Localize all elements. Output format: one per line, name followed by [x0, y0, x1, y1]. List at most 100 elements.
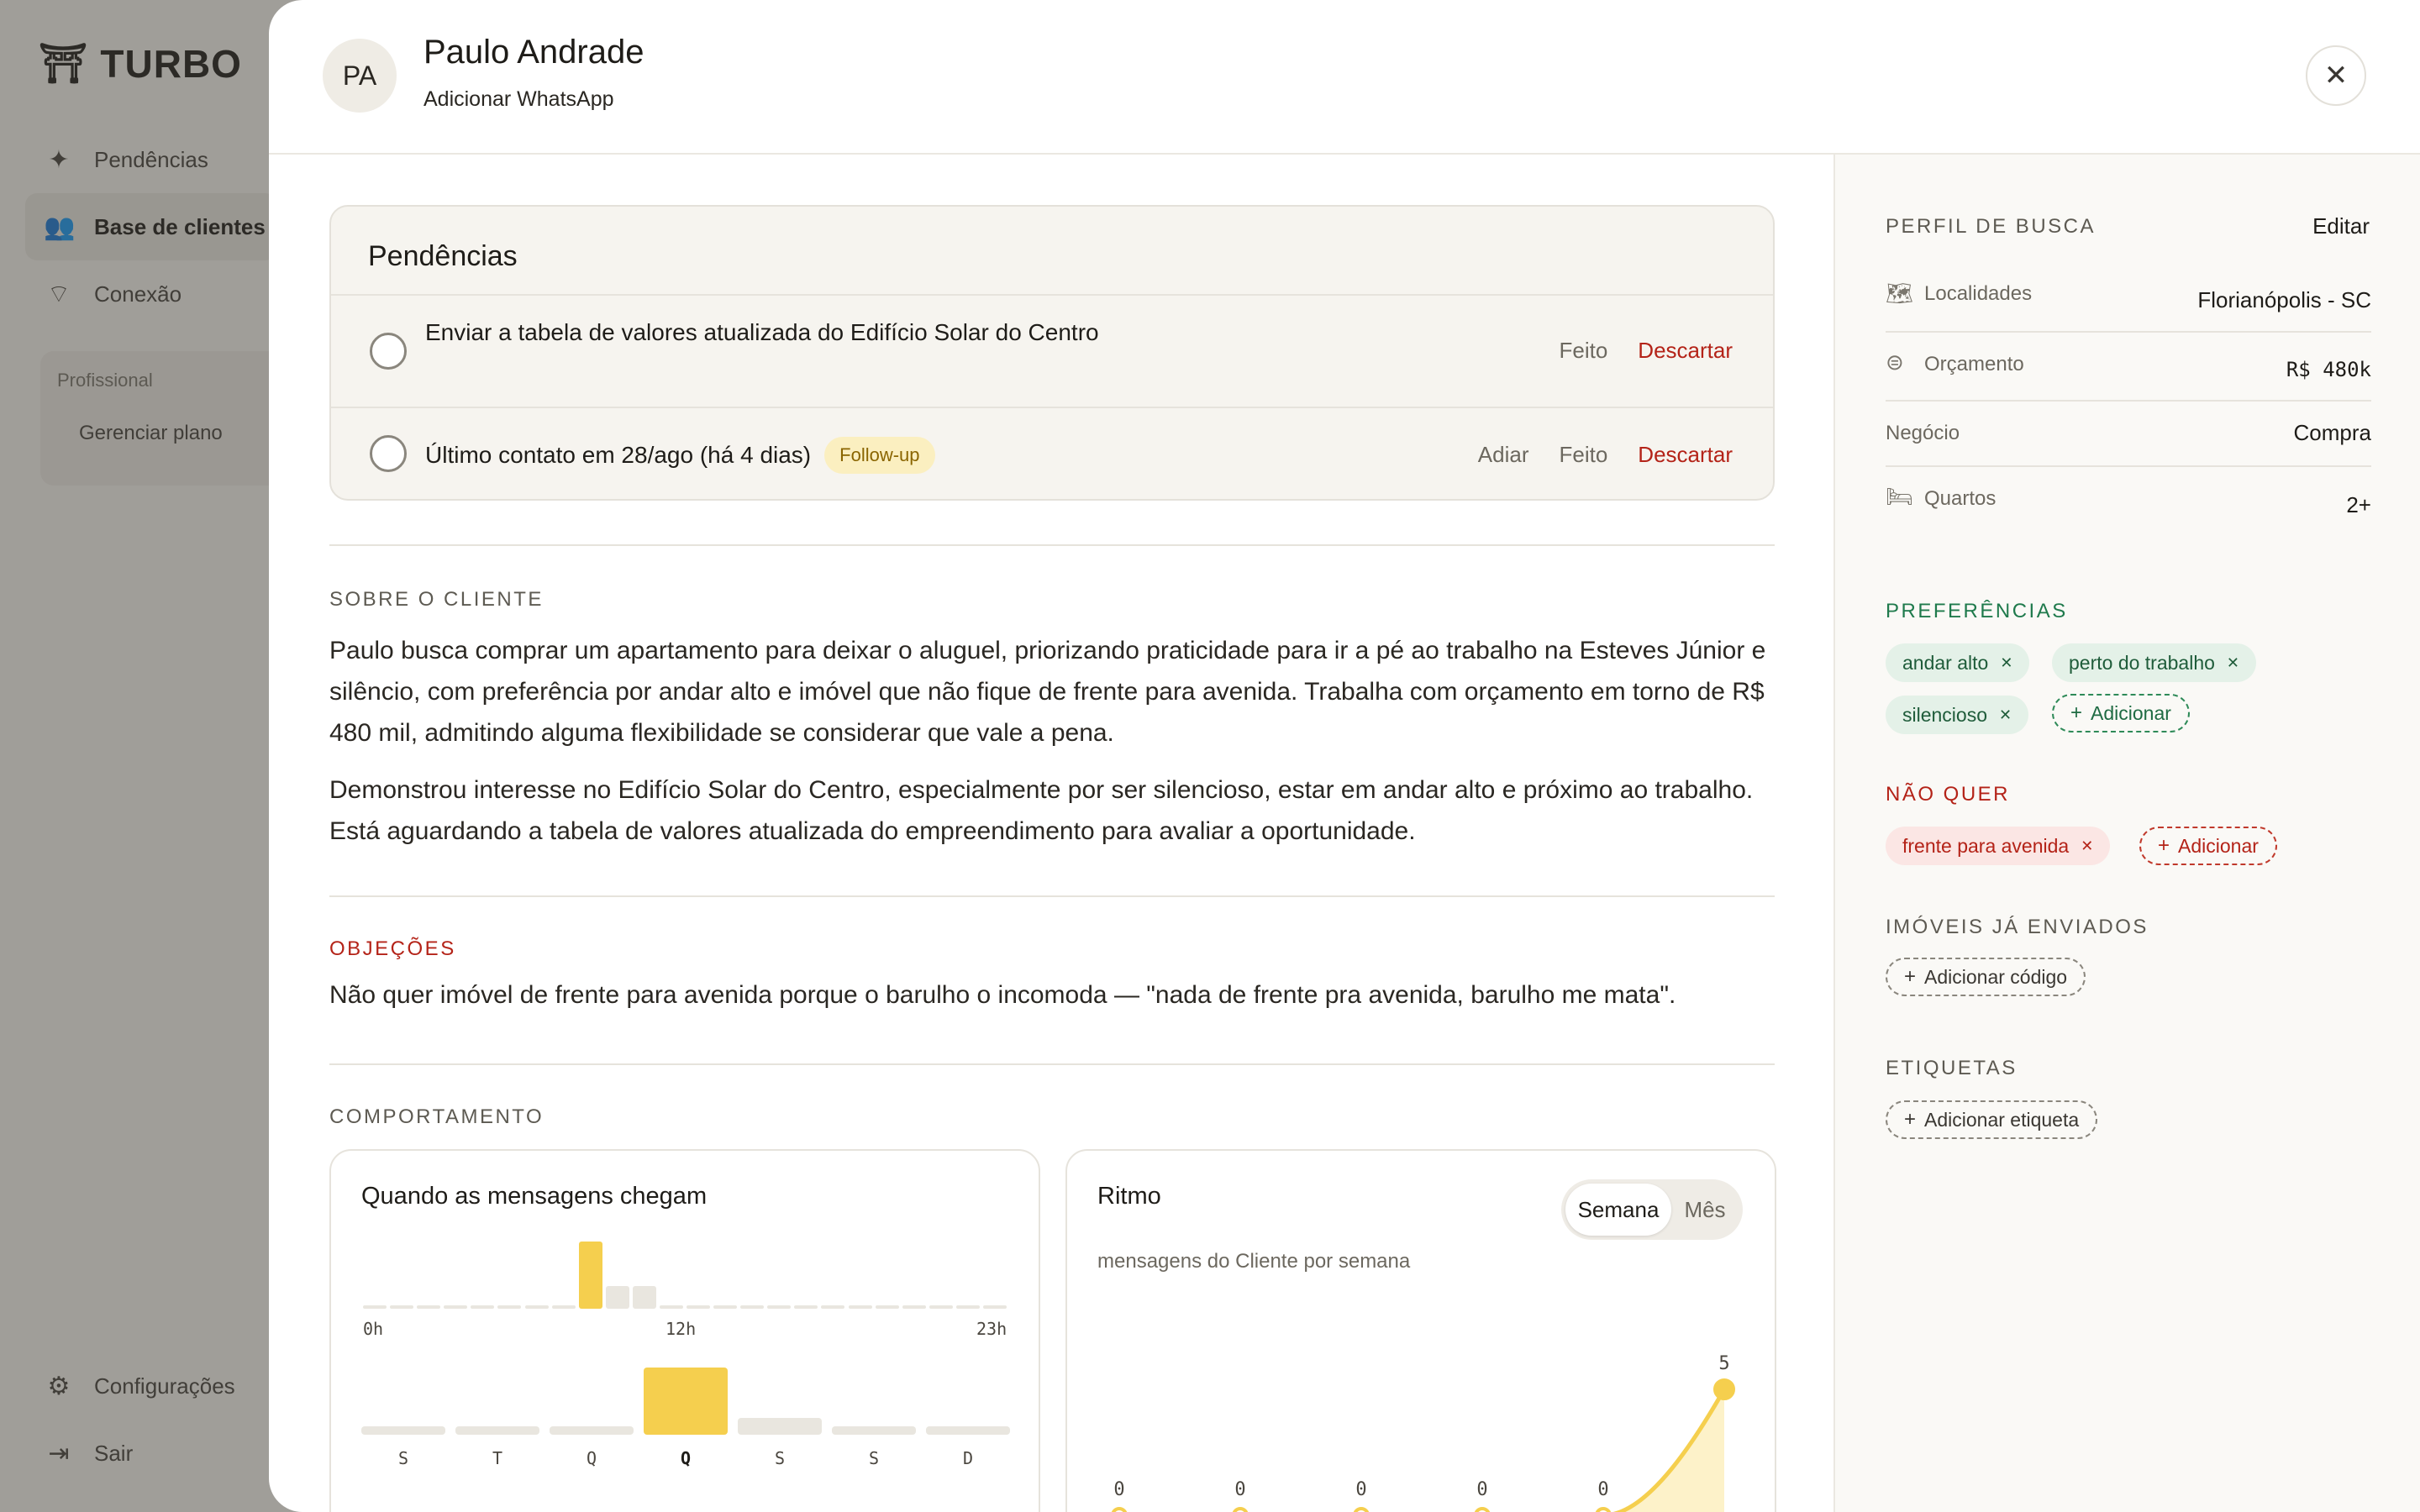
- plus-icon: +: [1904, 1108, 1917, 1131]
- weekday-bar: [361, 1426, 445, 1435]
- weekday-bar: [926, 1426, 1010, 1435]
- main-column: Pendências Enviar a tabela de valores at…: [269, 155, 1833, 1512]
- hour-bar: [740, 1305, 765, 1309]
- behavior-label: COMPORTAMENTO: [329, 1105, 544, 1128]
- ritmo-title: Ritmo: [1097, 1183, 1161, 1210]
- task-checkbox[interactable]: [370, 435, 407, 472]
- profile-row-quartos[interactable]: 🛏 Quartos 2+: [1886, 467, 2371, 543]
- task-text-wrap: Último contato em 28/ago (há 4 dias) Fol…: [425, 437, 935, 474]
- plus-icon: +: [2158, 834, 2170, 857]
- profile-row-label: Orçamento: [1924, 353, 2024, 375]
- toggle-month[interactable]: Mês: [1671, 1184, 1739, 1236]
- profile-row-value: 2+: [2346, 492, 2371, 517]
- profile-row-negocio[interactable]: Negócio Compra: [1886, 402, 2371, 467]
- chip-label: silencioso: [1902, 703, 1987, 726]
- hour-bar: [471, 1305, 495, 1309]
- hour-bar: [605, 1286, 629, 1309]
- ritmo-point: [1713, 1378, 1735, 1400]
- hour-bar: [848, 1305, 872, 1309]
- bed-icon: 🛏: [1886, 484, 1914, 509]
- weekday-label: D: [962, 1448, 974, 1468]
- ritmo-point: [1595, 1507, 1612, 1512]
- done-button[interactable]: Feito: [1559, 442, 1607, 468]
- close-button[interactable]: ✕: [2306, 45, 2366, 106]
- avatar: PA: [323, 39, 397, 113]
- weekday-label: T: [492, 1448, 503, 1468]
- add-dislike-button[interactable]: + Adicionar: [2139, 827, 2277, 865]
- add-preference-button[interactable]: + Adicionar: [2052, 694, 2190, 732]
- add-property-code-button[interactable]: + Adicionar código: [1886, 958, 2086, 996]
- plus-icon: +: [2070, 701, 2083, 724]
- plus-icon: +: [1904, 965, 1917, 988]
- profile-row-orcamento[interactable]: ⊜ Orçamento R$ 480k: [1886, 333, 2371, 402]
- ritmo-data-label: 5: [1718, 1353, 1729, 1374]
- hour-bar: [902, 1305, 926, 1309]
- period-toggle: Semana Mês: [1561, 1179, 1743, 1240]
- remove-chip-icon[interactable]: ✕: [2000, 654, 2012, 672]
- weekday-bar: [455, 1426, 539, 1435]
- chip-label: andar alto: [1902, 651, 1989, 674]
- divider: [329, 895, 1775, 897]
- ritmo-point: [1111, 1507, 1128, 1512]
- hour-bar: [444, 1305, 468, 1309]
- profile-row-value: Compra: [2293, 420, 2371, 445]
- weekday-bar: [832, 1426, 916, 1435]
- remove-chip-icon[interactable]: ✕: [2227, 654, 2239, 672]
- discard-button[interactable]: Descartar: [1638, 442, 1733, 468]
- objections-text: Não quer imóvel de frente para avenida p…: [329, 981, 1676, 1009]
- divider: [329, 1063, 1775, 1065]
- add-tag-button[interactable]: + Adicionar etiqueta: [1886, 1100, 2098, 1139]
- ritmo-point: [1353, 1507, 1370, 1512]
- about-paragraph: Demonstrou interesse no Edifício Solar d…: [329, 776, 1754, 845]
- profile-row-value: R$ 480k: [2286, 358, 2371, 381]
- modal-header: PA Paulo Andrade Adicionar WhatsApp ✕: [269, 0, 2420, 155]
- ritmo-area: [1619, 1389, 1724, 1512]
- map-icon: 🗺: [1886, 281, 1914, 306]
- ritmo-chart-card: Ritmo Semana Mês mensagens do Cliente po…: [1065, 1149, 1776, 1512]
- remove-chip-icon[interactable]: ✕: [2081, 837, 2093, 855]
- weekday-bar: [550, 1426, 634, 1435]
- postpone-button[interactable]: Adiar: [1478, 442, 1529, 468]
- preference-chip: perto do trabalho ✕: [2052, 643, 2256, 682]
- discard-button[interactable]: Descartar: [1638, 338, 1733, 364]
- profile-label: PERFIL DE BUSCA: [1886, 215, 2096, 238]
- toggle-week[interactable]: Semana: [1565, 1184, 1671, 1236]
- hour-bar: [687, 1305, 711, 1309]
- task-row: Último contato em 28/ago (há 4 dias) Fol…: [331, 407, 1773, 501]
- weekday-label: S: [774, 1448, 786, 1468]
- task-checkbox[interactable]: [370, 333, 407, 370]
- ritmo-line-chart: 028/07004/08011/08018/08025/08501/09: [1111, 1353, 1735, 1512]
- pendencias-title: Pendências: [368, 240, 518, 272]
- weekday-bar: [738, 1418, 822, 1435]
- weekday-bar: [644, 1368, 728, 1435]
- client-modal: PA Paulo Andrade Adicionar WhatsApp ✕ Pe…: [269, 0, 2420, 1512]
- add-label: Adicionar código: [1924, 965, 2068, 988]
- objections-label: OBJEÇÕES: [329, 937, 456, 960]
- about-label: SOBRE O CLIENTE: [329, 588, 544, 611]
- hour-bar: [390, 1305, 414, 1309]
- hour-bar: [524, 1305, 549, 1309]
- profile-row-value: Florianópolis - SC: [2197, 287, 2371, 312]
- hour-bar: [875, 1305, 899, 1309]
- about-paragraph: Paulo busca comprar um apartamento para …: [329, 637, 1766, 747]
- hour-bar: [551, 1305, 576, 1309]
- chip-label: perto do trabalho: [2069, 651, 2215, 674]
- task-text: Último contato em 28/ago (há 4 dias): [425, 442, 812, 468]
- edit-profile-button[interactable]: Editar: [2312, 213, 2370, 239]
- profile-row-label: Negócio: [1886, 422, 1960, 444]
- sent-properties-label: IMÓVEIS JÁ ENVIADOS: [1886, 916, 2149, 938]
- hour-bar: [713, 1305, 738, 1309]
- remove-chip-icon[interactable]: ✕: [1999, 706, 2012, 724]
- ritmo-data-label: 0: [1597, 1479, 1608, 1500]
- ritmo-data-label: 0: [1113, 1479, 1124, 1500]
- done-button[interactable]: Feito: [1559, 338, 1607, 364]
- hour-tick-start: 0h: [363, 1319, 384, 1339]
- weekday-label: S: [868, 1448, 880, 1468]
- hour-tick-mid: 12h: [666, 1319, 697, 1339]
- ritmo-series-line: [1612, 1387, 1727, 1512]
- close-icon: ✕: [2323, 60, 2349, 92]
- profile-row-localidades[interactable]: 🗺 Localidades Florianópolis - SC: [1886, 264, 2371, 333]
- ritmo-subtitle: mensagens do Cliente por semana: [1097, 1250, 1411, 1273]
- add-whatsapp-link[interactable]: Adicionar WhatsApp: [424, 87, 614, 112]
- pendencias-card: Pendências Enviar a tabela de valores at…: [329, 205, 1775, 501]
